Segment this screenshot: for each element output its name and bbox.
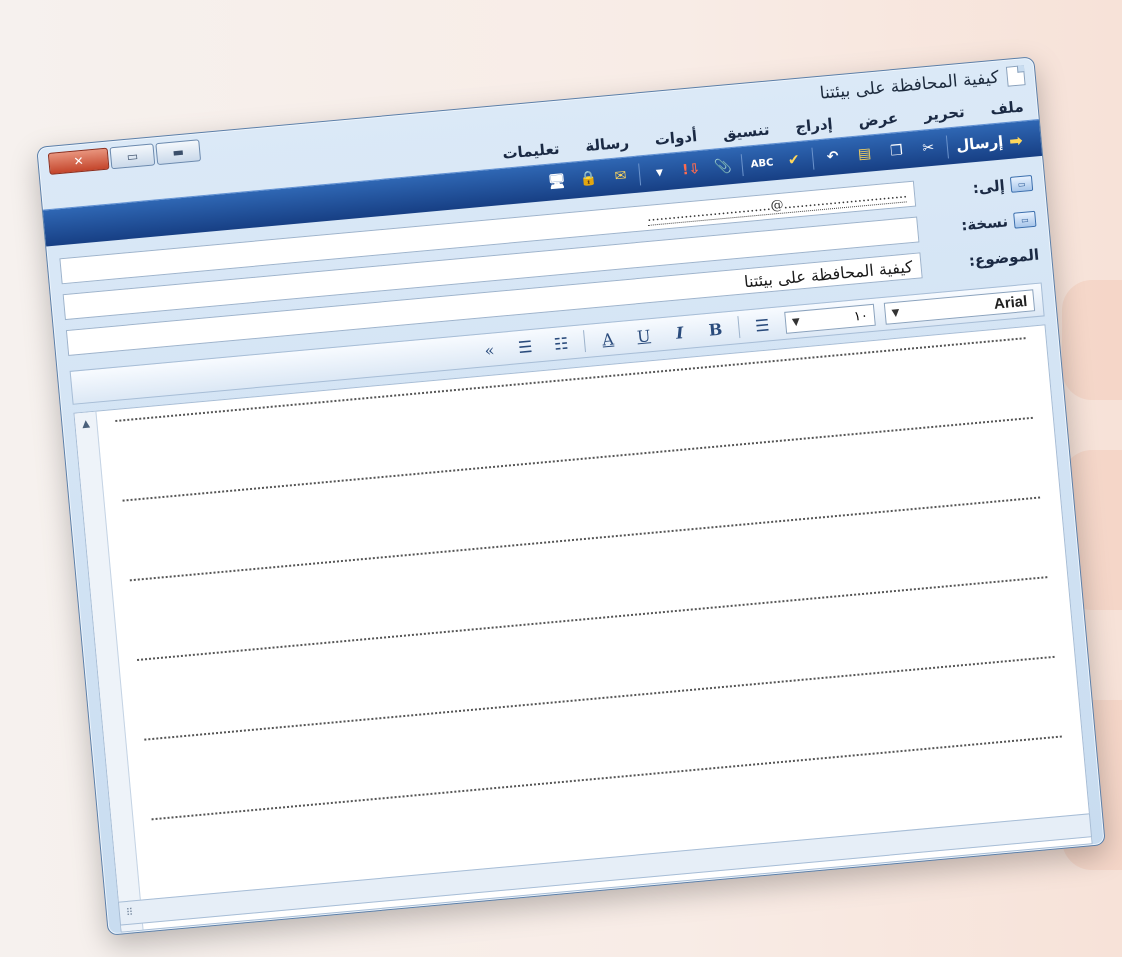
font-color-icon: A bbox=[601, 329, 615, 349]
spelling-icon: ABC bbox=[750, 156, 774, 170]
undo-button[interactable]: ↶ bbox=[819, 144, 847, 170]
toolbar-separator bbox=[811, 147, 815, 170]
writing-line bbox=[151, 735, 1062, 821]
vertical-scrollbar[interactable]: ▲ ▼ bbox=[74, 411, 144, 932]
priority-button[interactable]: ⇩! bbox=[677, 157, 705, 183]
cc-label-button[interactable]: ▭ نسخة: bbox=[925, 210, 1037, 238]
cut-button[interactable]: ✂ bbox=[914, 135, 942, 161]
priority-icon: ⇩! bbox=[681, 160, 702, 179]
font-name-value: Arial bbox=[993, 292, 1028, 313]
underline-icon: U bbox=[636, 325, 652, 346]
background-decoration bbox=[1062, 280, 1122, 400]
menu-help[interactable]: تعليمات bbox=[502, 140, 561, 163]
font-size-value: ١٠ bbox=[853, 307, 869, 325]
address-card-icon: ▭ bbox=[1013, 210, 1037, 229]
paragraph-style-icon: ☰ bbox=[754, 314, 771, 336]
close-button[interactable]: ✕ bbox=[47, 147, 110, 175]
priority-dropdown[interactable]: ▾ bbox=[645, 160, 673, 186]
paste-button[interactable]: ▤ bbox=[851, 141, 879, 167]
format-separator bbox=[737, 316, 741, 339]
send-icon: ➡ bbox=[1008, 130, 1024, 151]
paste-icon: ▤ bbox=[857, 145, 872, 163]
menu-format[interactable]: تنسيق bbox=[722, 121, 770, 143]
underline-button[interactable]: U bbox=[630, 324, 658, 348]
close-icon: ✕ bbox=[72, 153, 85, 169]
subject-label-wrap: الموضوع: bbox=[929, 246, 1040, 274]
bold-icon: B bbox=[707, 319, 724, 340]
format-separator bbox=[583, 330, 587, 353]
italic-icon: I bbox=[675, 322, 685, 343]
attach-button[interactable]: 📎 bbox=[709, 154, 737, 180]
toolbar-separator bbox=[638, 163, 642, 186]
maximize-button[interactable]: ▭ bbox=[109, 143, 156, 170]
address-card-icon: ▭ bbox=[1009, 174, 1034, 193]
chevron-double-icon: » bbox=[483, 339, 496, 360]
sign-icon: ✉ bbox=[614, 167, 628, 185]
bulleted-list-icon: ☰ bbox=[517, 336, 534, 357]
bulleted-list-button[interactable]: ☰ bbox=[511, 334, 539, 358]
paragraph-style-button[interactable]: ☰ bbox=[748, 313, 776, 337]
menu-insert[interactable]: إدراج bbox=[794, 115, 833, 136]
email-compose-window: كيفية المحافظة على بيئتنا ✕ ▭ ▬ ملف تحري… bbox=[36, 56, 1106, 936]
monitor-icon: 🖥 bbox=[547, 173, 567, 191]
resize-grip-icon[interactable]: ⠿ bbox=[125, 907, 133, 919]
font-size-select[interactable]: ▼ ١٠ bbox=[784, 303, 876, 334]
bold-button[interactable]: B bbox=[702, 317, 730, 341]
check-names-icon: ✔ bbox=[787, 151, 801, 169]
spelling-button[interactable]: ABC bbox=[748, 150, 776, 176]
menu-edit[interactable]: تحرير bbox=[923, 103, 965, 125]
menu-message[interactable]: رسالة bbox=[584, 133, 629, 155]
numbered-list-icon: ☷ bbox=[553, 333, 570, 354]
writing-line bbox=[129, 496, 1041, 582]
chevron-down-icon: ▼ bbox=[791, 316, 801, 328]
writing-line bbox=[144, 655, 1055, 741]
encrypt-button[interactable]: 🔒 bbox=[575, 166, 603, 192]
subject-label: الموضوع: bbox=[968, 245, 1040, 270]
document-icon bbox=[1005, 65, 1026, 87]
chevron-down-icon: ▼ bbox=[891, 307, 900, 319]
menu-file[interactable]: ملف bbox=[990, 97, 1025, 118]
more-options-button[interactable]: » bbox=[475, 338, 503, 362]
undo-icon: ↶ bbox=[826, 148, 840, 166]
cc-label: نسخة: bbox=[960, 212, 1009, 235]
sign-button[interactable]: ✉ bbox=[607, 163, 635, 189]
paperclip-icon: 📎 bbox=[713, 158, 733, 176]
writing-line bbox=[122, 416, 1033, 502]
italic-button[interactable]: I bbox=[666, 320, 694, 344]
menu-view[interactable]: عرض bbox=[858, 109, 899, 131]
check-names-button[interactable]: ✔ bbox=[780, 147, 808, 173]
copy-button[interactable]: ❐ bbox=[882, 138, 910, 164]
send-label: إرسال bbox=[955, 132, 1005, 155]
scissors-icon: ✂ bbox=[921, 139, 935, 157]
to-label-button[interactable]: ▭ إلى: bbox=[922, 174, 1034, 202]
minimize-icon: ▬ bbox=[171, 144, 185, 160]
menu-tools[interactable]: أدوات bbox=[654, 127, 698, 149]
scroll-up-icon: ▲ bbox=[81, 418, 91, 430]
work-offline-button[interactable]: 🖥 bbox=[543, 169, 571, 195]
chevron-down-icon: ▾ bbox=[655, 164, 664, 181]
font-color-button[interactable]: A bbox=[594, 327, 622, 351]
font-name-select[interactable]: ▼ Arial bbox=[883, 289, 1036, 325]
toolbar-separator bbox=[741, 154, 745, 177]
minimize-button[interactable]: ▬ bbox=[155, 139, 202, 166]
maximize-icon: ▭ bbox=[126, 148, 139, 164]
send-button[interactable]: ➡ إرسال bbox=[946, 127, 1032, 158]
writing-line bbox=[136, 576, 1048, 661]
to-label: إلى: bbox=[971, 176, 1006, 198]
copy-icon: ❐ bbox=[889, 142, 904, 160]
encrypt-icon: 🔒 bbox=[579, 170, 599, 188]
numbered-list-button[interactable]: ☷ bbox=[547, 331, 575, 355]
